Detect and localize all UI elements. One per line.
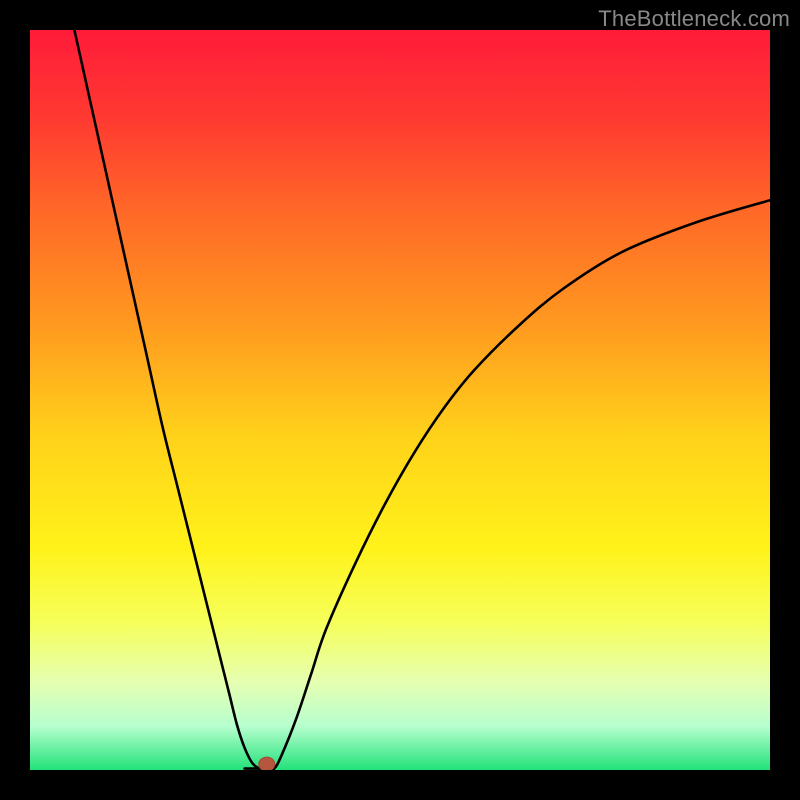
chart-stage: TheBottleneck.com (0, 0, 800, 800)
bottleneck-curve (74, 30, 770, 770)
marker-dot (259, 757, 275, 770)
curve-layer (30, 30, 770, 770)
plot-area (30, 30, 770, 770)
watermark-text: TheBottleneck.com (598, 6, 790, 32)
